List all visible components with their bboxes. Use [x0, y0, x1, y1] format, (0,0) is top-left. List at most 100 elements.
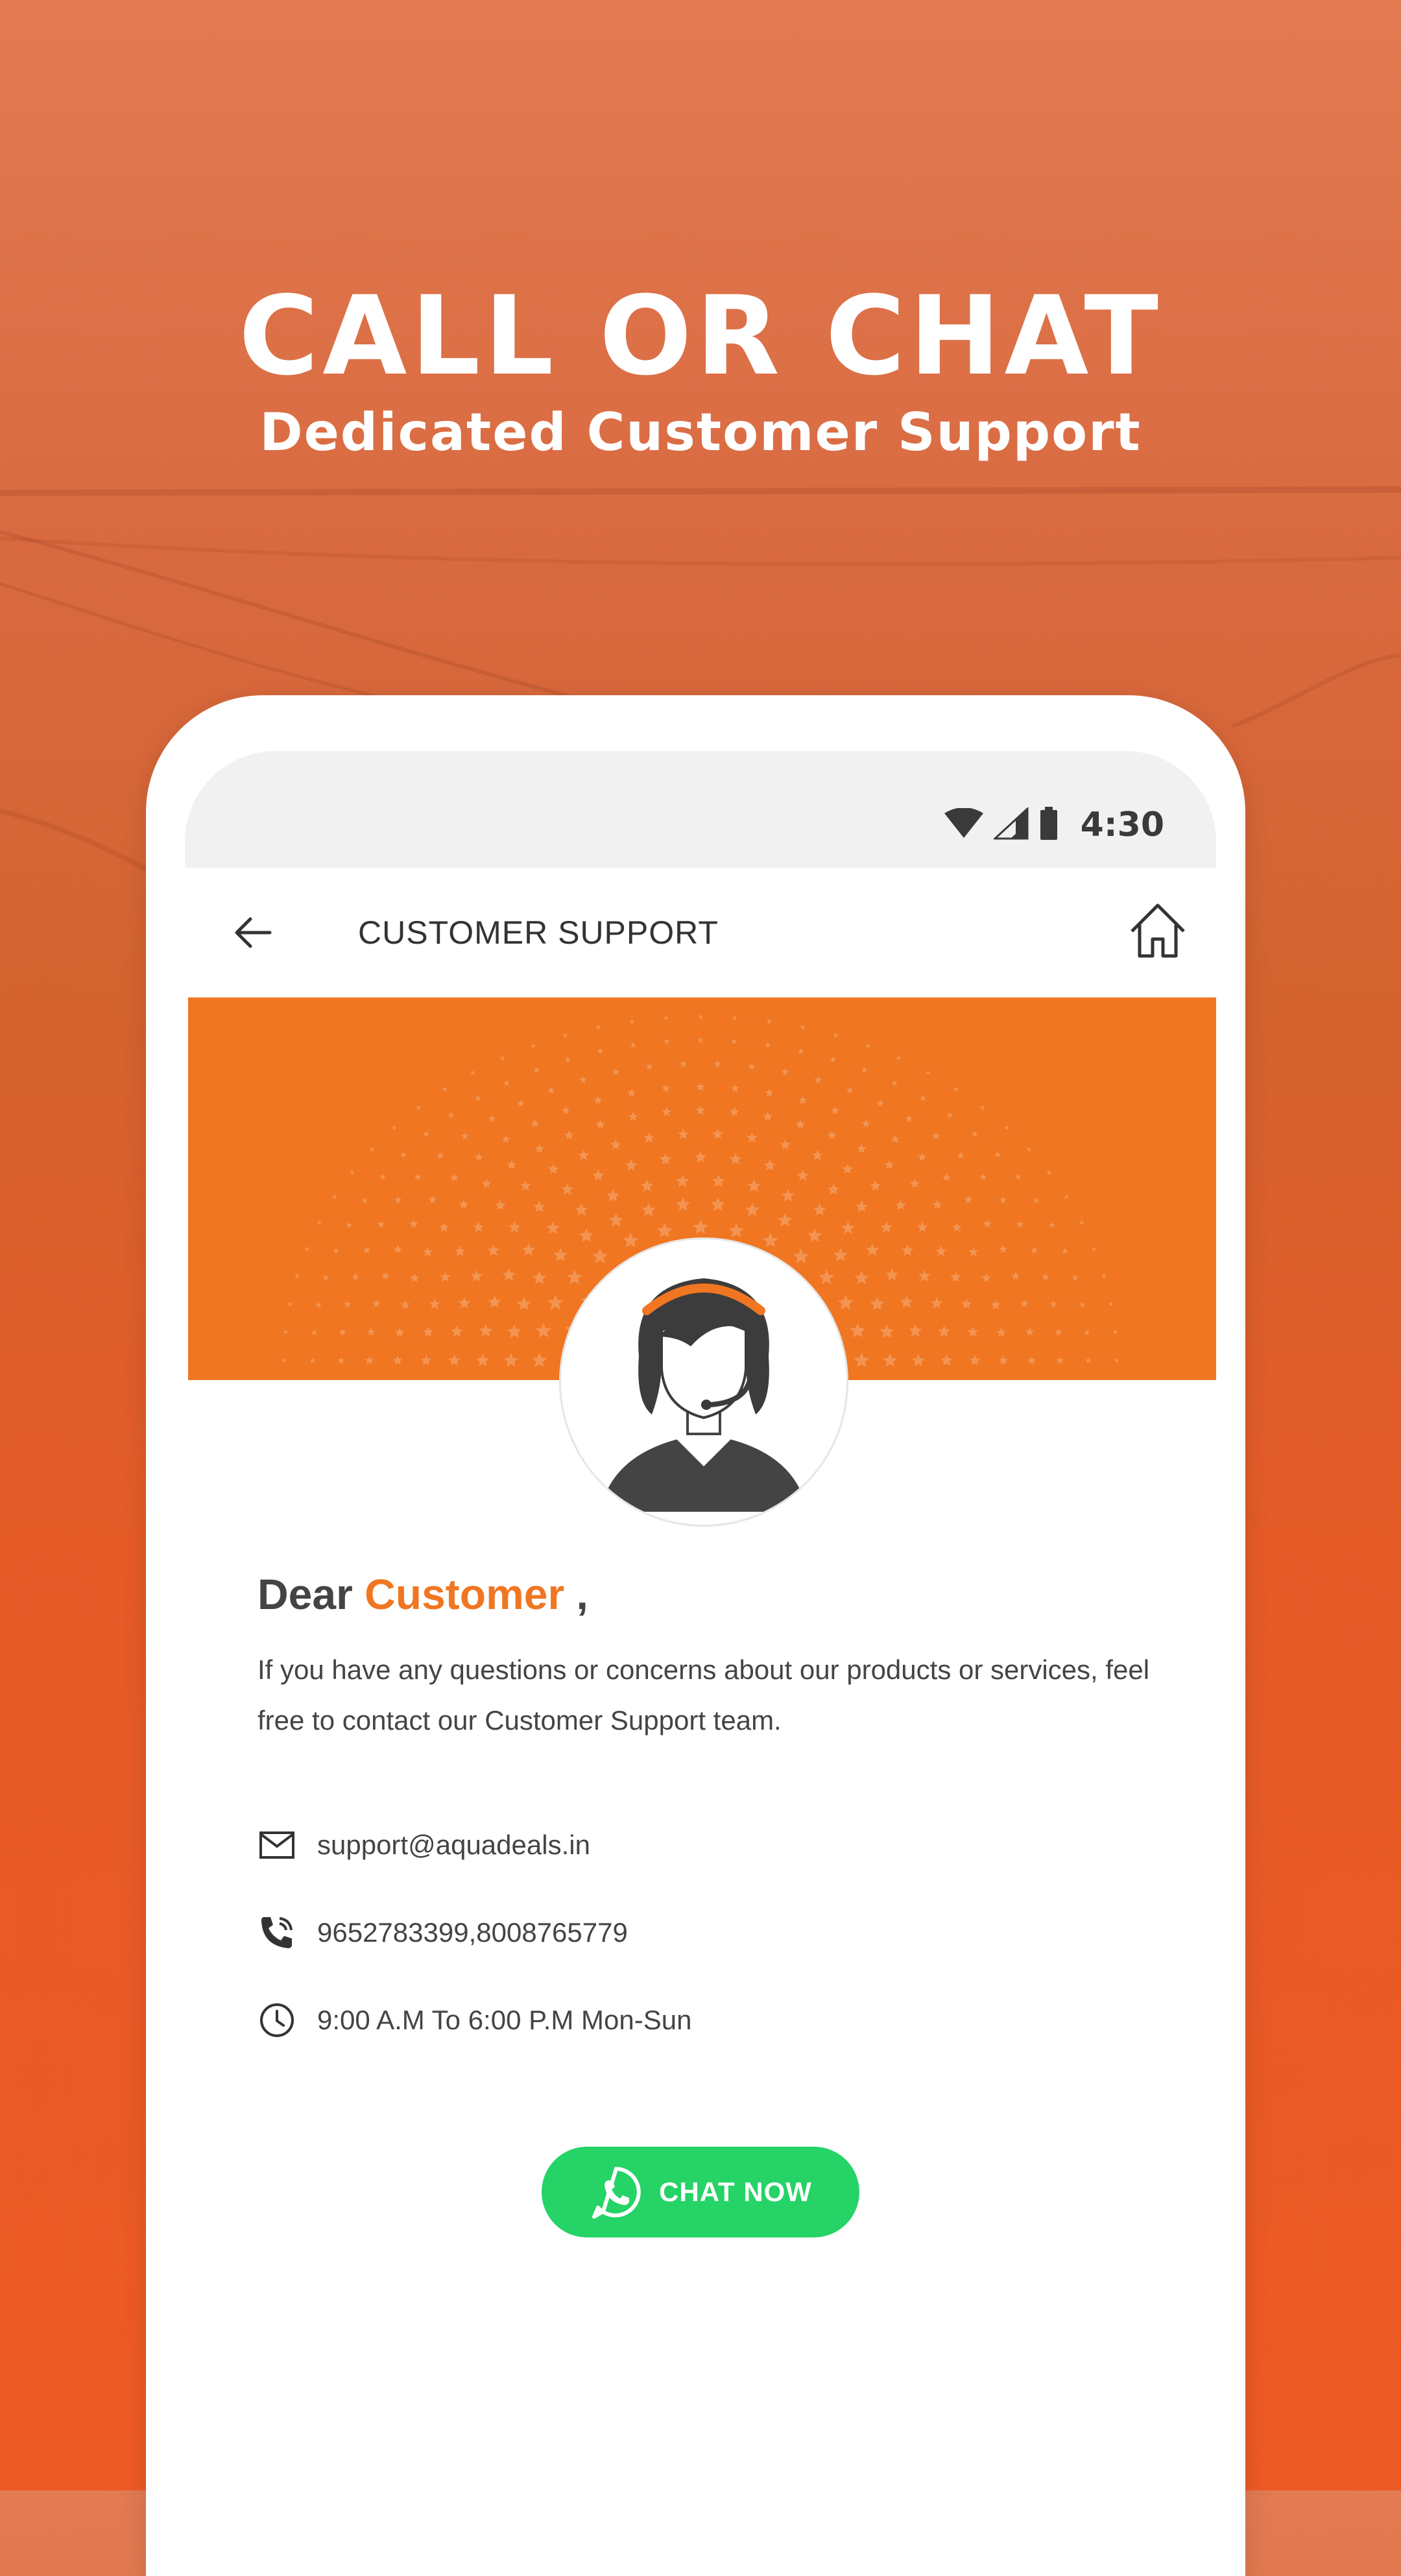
decorative-star [566, 1269, 582, 1285]
decorative-star [891, 1134, 900, 1143]
decorative-star [440, 1271, 451, 1282]
decorative-star [459, 1199, 469, 1209]
decorative-star [763, 1159, 776, 1171]
decorative-star [782, 1068, 789, 1075]
decorative-star [883, 1353, 898, 1367]
decorative-star [363, 1246, 371, 1254]
decorative-star [830, 1056, 837, 1062]
decorative-star [1108, 1301, 1114, 1306]
decorative-star [372, 1299, 381, 1307]
decorative-star [448, 1112, 455, 1118]
decorative-star [369, 1147, 375, 1152]
decorative-star [1112, 1330, 1118, 1335]
decorative-star [998, 1355, 1009, 1365]
decorative-star [546, 1221, 560, 1234]
decorative-star [798, 1047, 804, 1054]
decorative-star [579, 1228, 594, 1242]
decorative-star [942, 1173, 951, 1182]
decorative-star [641, 1202, 656, 1217]
status-time: 4:30 [1080, 805, 1164, 844]
decorative-star [1020, 1299, 1029, 1307]
decorative-star [394, 1328, 405, 1337]
decorative-star [697, 1037, 704, 1043]
decorative-star [534, 1143, 545, 1153]
decorative-star [381, 1271, 390, 1280]
decorative-star [765, 1088, 774, 1097]
whatsapp-icon [592, 2167, 641, 2219]
decorative-star [969, 1355, 981, 1366]
decorative-star [592, 1248, 608, 1263]
decorative-star [311, 1329, 317, 1335]
decorative-star [1046, 1170, 1052, 1175]
support-agent-avatar [559, 1237, 848, 1527]
decorative-star [606, 1189, 620, 1202]
decorative-star [676, 1197, 691, 1211]
decorative-star [990, 1300, 1001, 1309]
decorative-star [394, 1245, 403, 1253]
decorative-star [625, 1159, 638, 1171]
decorative-star [315, 1302, 322, 1308]
decorative-star [972, 1130, 978, 1137]
email-row[interactable]: support@aquadeals.in [257, 1819, 590, 1871]
decorative-star [841, 1221, 855, 1234]
decorative-star [535, 1322, 551, 1338]
decorative-star [1004, 1125, 1009, 1130]
chat-now-button[interactable]: CHAT NOW [542, 2147, 859, 2237]
decorative-star [694, 1151, 707, 1163]
decorative-star [961, 1298, 972, 1309]
decorative-star [968, 1246, 979, 1256]
clock-icon [257, 2001, 296, 2040]
decorative-star [732, 1015, 737, 1020]
greeting: Dear Customer , [257, 1569, 588, 1619]
decorative-star [470, 1270, 483, 1282]
decorative-star [612, 1068, 619, 1075]
decorative-star [409, 1272, 420, 1282]
decorative-star [331, 1194, 337, 1199]
decorative-star [983, 1219, 992, 1228]
customer-support-agent-icon [600, 1278, 808, 1512]
decorative-star [547, 1294, 564, 1310]
decorative-star [507, 1324, 521, 1339]
decorative-star [479, 1324, 492, 1337]
decorative-star [458, 1296, 471, 1309]
decorative-star [420, 1355, 432, 1366]
decorative-star [1085, 1357, 1092, 1363]
decorative-star [979, 1173, 987, 1180]
decorative-star [793, 1248, 809, 1263]
decorative-star [745, 1202, 760, 1217]
home-icon [1131, 903, 1185, 958]
decorative-star [579, 1076, 587, 1084]
decorative-star [981, 1272, 992, 1282]
phone-text: 9652783399,8008765779 [317, 1917, 628, 1948]
decorative-star [762, 1232, 778, 1248]
decorative-star [967, 1326, 979, 1337]
decorative-star [532, 1270, 547, 1285]
decorative-star [1084, 1329, 1090, 1335]
decorative-star [564, 1056, 571, 1062]
battery-icon [1039, 806, 1059, 844]
decorative-star [628, 1112, 638, 1121]
decorative-star [999, 1196, 1007, 1204]
greeting-suffix: , [576, 1570, 588, 1618]
decorative-star [294, 1273, 300, 1279]
decorative-star [561, 1183, 574, 1195]
arrow-left-icon [235, 917, 272, 948]
decorative-star [798, 1095, 808, 1104]
back-button[interactable] [224, 903, 282, 962]
decorative-star [593, 1095, 603, 1104]
decorative-star [746, 1132, 758, 1143]
hero-subtitle: Dedicated Customer Support [259, 402, 1142, 462]
decorative-star [842, 1163, 854, 1174]
email-text: support@aquadeals.in [317, 1830, 590, 1860]
decorative-star [827, 1130, 837, 1139]
decorative-star [865, 1043, 870, 1048]
decorative-star [547, 1086, 555, 1094]
decorative-star [813, 1203, 826, 1216]
decorative-star [575, 1203, 588, 1216]
decorative-star [856, 1200, 868, 1212]
decorative-star [287, 1301, 293, 1306]
home-button[interactable] [1125, 899, 1190, 964]
chat-now-label: CHAT NOW [659, 2176, 812, 2207]
phone-row[interactable]: 9652783399,8008765779 [257, 1907, 628, 1959]
decorative-star [1011, 1271, 1020, 1280]
